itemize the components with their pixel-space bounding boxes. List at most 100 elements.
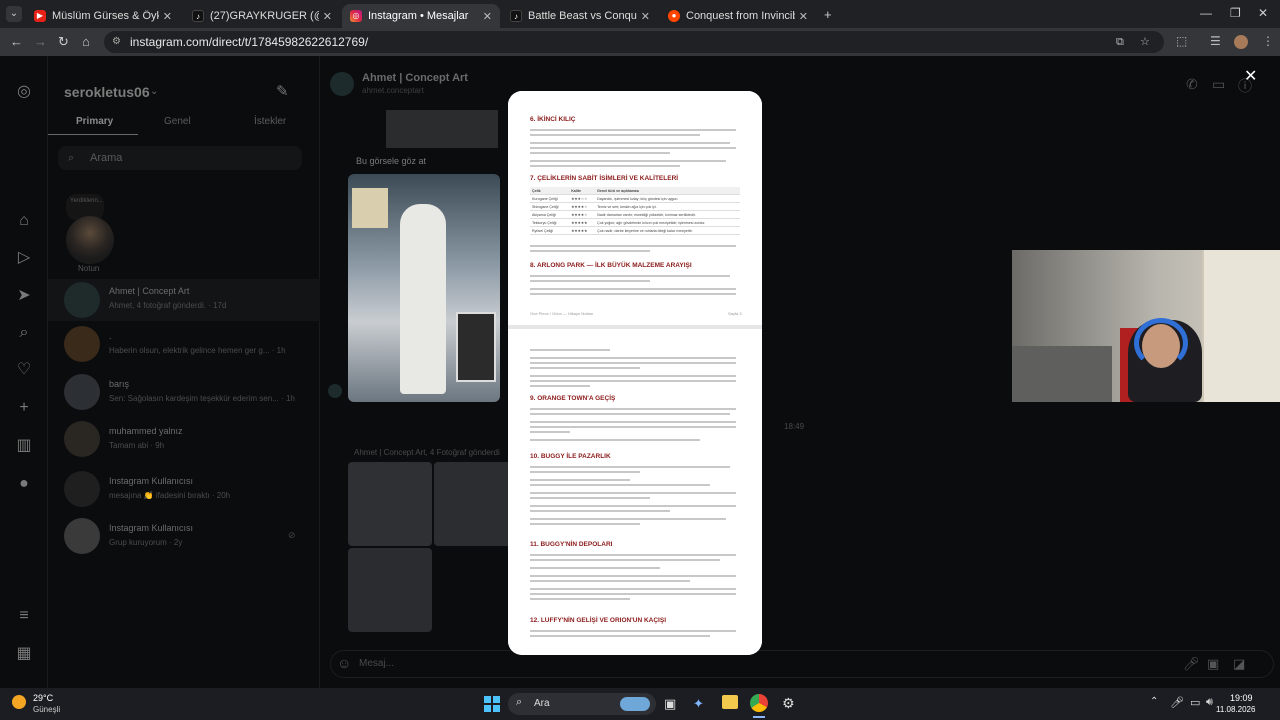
photo-thumbnail[interactable] [434, 462, 518, 546]
close-tab-icon[interactable]: ✕ [483, 10, 492, 23]
display-icon[interactable]: ▭ [1190, 696, 1200, 709]
reading-list-icon[interactable]: ☰ [1210, 34, 1221, 48]
text-line [530, 421, 736, 423]
section-heading: 6. İKİNCİ KILIÇ [530, 116, 576, 123]
clock-time[interactable]: 19:09 [1230, 693, 1253, 703]
profile-avatar-icon[interactable]: ● [14, 474, 34, 494]
message-input[interactable]: ☺ Mesaj... 🎤︎ ▣ ◪ [330, 650, 1274, 678]
tab-primary[interactable]: Primary [76, 116, 113, 127]
video-call-icon[interactable]: ▭ [1212, 76, 1225, 93]
shared-artwork-image[interactable] [348, 174, 500, 402]
note-avatar[interactable] [66, 216, 114, 264]
avatar [64, 471, 100, 507]
taskbar-search-box[interactable]: ⌕ Ara [508, 693, 656, 715]
compose-icon[interactable]: ✎ [276, 82, 289, 100]
home-icon[interactable]: ⌂ [14, 211, 34, 231]
browser-tab[interactable]: ▶ Müslüm Gürses & Öykü Gürman ✕ [26, 4, 180, 28]
conversation-item[interactable]: barış Sen: Sağolasın kardeşim teşekkür e… [48, 374, 320, 412]
conversation-item[interactable]: Instagram Kullanıcısı mesajına 👏 ifadesi… [48, 471, 320, 509]
close-tab-icon[interactable]: ✕ [799, 10, 808, 23]
conversation-item[interactable]: muhammed yalnız Tamam abi · 9h [48, 421, 320, 459]
gallery-icon[interactable]: ▣ [1207, 656, 1219, 672]
search-icon[interactable]: ⌕ [14, 323, 34, 343]
conversation-item[interactable]: Instagram Kullanıcısı Grup kuruyorum · 2… [48, 518, 320, 556]
weather-sun-icon[interactable] [12, 695, 26, 709]
conversation-item[interactable]: Ahmet | Concept Art Ahmet, 4 fotoğraf gö… [48, 279, 320, 321]
tiktok-icon: ♪ [192, 10, 204, 22]
browser-tab-active[interactable]: ◎ Instagram • Mesajlar ✕ [342, 4, 500, 28]
clock-date[interactable]: 11.08.2026 [1216, 705, 1255, 714]
home-icon[interactable]: ⌂ [82, 34, 90, 49]
microphone-icon[interactable]: 🎤︎ [1170, 696, 1184, 709]
more-menu-icon[interactable]: ≡ [14, 606, 34, 626]
search-input[interactable]: ⌕ Arama [58, 146, 302, 170]
tab-search-button[interactable]: ⌄ [6, 6, 22, 22]
phone-call-icon[interactable]: ✆ [1186, 76, 1198, 93]
more-menu-icon[interactable]: ⋮ [1262, 34, 1274, 48]
tab-general[interactable]: Genel [164, 116, 191, 127]
text-line [530, 152, 670, 154]
photo-thumbnail[interactable] [348, 548, 432, 632]
meta-apps-icon[interactable]: ▦ [14, 644, 34, 664]
profile-avatar-icon[interactable] [1234, 35, 1248, 49]
search-icon: ⌕ [516, 696, 523, 708]
webcam-overlay [1012, 250, 1280, 402]
reload-icon[interactable]: ↻ [58, 34, 69, 50]
minimize-icon[interactable]: — [1200, 6, 1212, 20]
document-viewer[interactable]: 6. İKİNCİ KILIÇ 7. ÇELİKLERİN SABİT İSİM… [508, 91, 762, 655]
chat-avatar[interactable] [330, 72, 354, 96]
chevron-up-icon[interactable]: ⌃ [1150, 696, 1158, 707]
close-tab-icon[interactable]: ✕ [323, 10, 332, 23]
close-tab-icon[interactable]: ✕ [163, 10, 172, 23]
extensions-icon[interactable]: ⬚ [1176, 34, 1187, 48]
address-bar[interactable]: ⚙ instagram.com/direct/t/178459826226127… [104, 31, 1164, 53]
chat-header-name[interactable]: Ahmet | Concept Art [362, 72, 468, 84]
close-viewer-icon[interactable]: ✕ [1244, 66, 1257, 86]
chat-header-handle: ahmet.conceptart [362, 86, 424, 95]
chevron-down-icon[interactable]: ⌄ [150, 86, 158, 97]
section-heading: 12. LUFFY'NİN GELİŞİ VE ORION'UN KAÇIŞI [530, 617, 666, 624]
task-view-icon[interactable]: ▣ [664, 696, 676, 712]
windows-start-icon[interactable] [484, 696, 500, 712]
inbox-username[interactable]: serokletus06 [64, 84, 150, 100]
dashboard-icon[interactable]: ▥ [14, 436, 34, 456]
window-close-icon[interactable]: ✕ [1258, 6, 1268, 20]
text-line [530, 471, 640, 473]
text-line [530, 129, 736, 131]
close-tab-icon[interactable]: ✕ [641, 10, 650, 23]
bookmark-star-icon[interactable]: ☆ [1140, 31, 1150, 53]
text-line [530, 635, 710, 637]
text-line [530, 575, 736, 577]
browser-tab[interactable]: ♪ Battle Beast vs Conquest: Desta ✕ [502, 4, 658, 28]
text-line [530, 598, 630, 600]
back-icon[interactable]: ← [10, 34, 23, 49]
shared-image-preview[interactable] [386, 110, 498, 148]
create-icon[interactable]: + [14, 398, 34, 418]
app-icon[interactable]: ⚙ [782, 695, 795, 712]
file-explorer-icon[interactable] [722, 695, 738, 709]
notifications-heart-icon[interactable]: ♡ [14, 360, 34, 380]
text-line [530, 357, 736, 359]
direct-messages-icon[interactable]: ➤ [14, 286, 34, 306]
browser-tab[interactable]: ♪ (27)GRAYKRUGER (@graykr... ✕ [184, 4, 340, 28]
instagram-logo-icon[interactable]: ◎ [14, 82, 34, 102]
tab-requests[interactable]: İstekler [254, 116, 286, 127]
microphone-icon[interactable]: 🎤︎ [1183, 656, 1200, 672]
forward-icon[interactable]: → [34, 34, 47, 49]
copilot-icon[interactable]: ✦ [693, 696, 704, 712]
volume-icon[interactable]: 🔊︎ [1206, 696, 1213, 709]
chrome-icon[interactable] [750, 694, 768, 712]
install-app-icon[interactable]: ⧉ [1116, 31, 1124, 53]
new-tab-icon[interactable]: + [824, 7, 832, 22]
text-line [530, 380, 736, 382]
browser-tab[interactable]: ● Conquest from Invincible. The e ✕ [660, 4, 816, 28]
restore-icon[interactable]: ❐ [1230, 6, 1241, 20]
muted-bell-icon: ⊘ [288, 530, 296, 540]
reels-icon[interactable]: ▷ [14, 248, 34, 268]
site-info-icon[interactable]: ⚙ [112, 31, 121, 53]
emoji-icon[interactable]: ☺ [337, 655, 351, 671]
sticker-icon[interactable]: ◪ [1233, 656, 1245, 672]
text-line [530, 280, 650, 282]
conversation-item[interactable]: . Haberin olsun, elektrik gelince hemen … [48, 326, 320, 364]
photo-thumbnail[interactable] [348, 462, 432, 546]
